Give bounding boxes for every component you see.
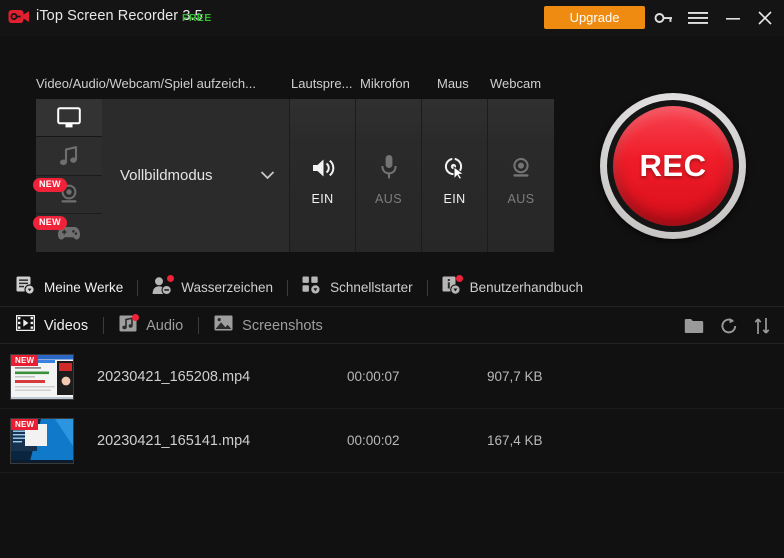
folder-icon[interactable] xyxy=(684,318,704,334)
label-webcam: Webcam xyxy=(490,76,541,91)
tool-quick-starter-label: Schnellstarter xyxy=(330,280,413,295)
tool-my-works[interactable]: Meine Werke xyxy=(16,276,123,300)
tab-videos[interactable]: Videos xyxy=(16,315,88,336)
sort-icon[interactable] xyxy=(754,317,770,335)
toggle-microphone[interactable]: AUS xyxy=(356,99,422,252)
list-actions xyxy=(684,308,770,344)
source-screen-button[interactable] xyxy=(36,99,102,137)
toggle-mouse[interactable]: EIN xyxy=(422,99,488,252)
source-audio-button[interactable] xyxy=(36,137,102,175)
tool-separator xyxy=(287,280,288,296)
tab-separator xyxy=(103,317,104,334)
notification-dot xyxy=(456,275,463,282)
label-capture: Video/Audio/Webcam/Spiel aufzeich... xyxy=(36,76,256,91)
image-icon xyxy=(214,315,233,336)
media-tabs: Videos Audio xyxy=(0,308,784,344)
tab-screenshots-label: Screenshots xyxy=(242,318,323,334)
tab-screenshots[interactable]: Screenshots xyxy=(214,315,323,336)
label-microphone: Mikrofon xyxy=(360,76,410,91)
tool-user-manual-label: Benutzerhandbuch xyxy=(470,280,583,295)
tab-separator xyxy=(198,317,199,334)
tool-separator xyxy=(137,280,138,296)
toggle-speaker-state: EIN xyxy=(311,192,333,206)
new-badge: NEW xyxy=(33,178,67,192)
webcam-icon xyxy=(509,146,533,180)
refresh-icon[interactable] xyxy=(720,317,738,335)
tool-quick-starter[interactable]: Schnellstarter xyxy=(302,276,413,300)
toggle-webcam[interactable]: AUS xyxy=(488,99,554,252)
info-icon xyxy=(442,276,461,300)
file-list: NEW 20230421_165208.mp4 xyxy=(0,345,784,558)
tool-row: Meine Werke Wasserzeichen xyxy=(0,269,784,307)
tab-audio[interactable]: Audio xyxy=(119,315,183,337)
music-note-icon xyxy=(58,145,80,167)
record-button[interactable]: REC xyxy=(600,93,746,239)
watermark-person-icon xyxy=(152,276,172,300)
tool-user-manual[interactable]: Benutzerhandbuch xyxy=(442,276,583,300)
microphone-icon xyxy=(379,146,399,180)
table-row[interactable]: NEW 20230421_165208.mp4 xyxy=(0,345,784,409)
tab-audio-label: Audio xyxy=(146,318,183,334)
capture-settings-panel: NEW NEW Vollbildmodus xyxy=(36,99,554,252)
close-icon[interactable] xyxy=(752,6,778,30)
file-name: 20230421_165141.mp4 xyxy=(97,433,347,449)
toggle-microphone-state: AUS xyxy=(375,192,402,206)
film-icon xyxy=(16,315,35,336)
label-speaker: Lautspre... xyxy=(291,76,352,91)
key-icon[interactable] xyxy=(650,6,676,30)
file-thumbnail: NEW xyxy=(10,418,74,464)
record-button-label: REC xyxy=(640,148,707,184)
new-badge: NEW xyxy=(11,355,38,366)
label-mouse: Maus xyxy=(437,76,469,91)
notification-dot xyxy=(167,275,174,282)
tool-watermark-label: Wasserzeichen xyxy=(181,280,273,295)
grid-icon xyxy=(302,276,321,300)
hamburger-menu-icon[interactable] xyxy=(685,6,711,30)
notification-dot xyxy=(132,314,139,321)
new-badge: NEW xyxy=(11,419,38,430)
audio-note-icon xyxy=(119,315,137,337)
upgrade-button[interactable]: Upgrade xyxy=(544,6,645,29)
file-duration: 00:00:07 xyxy=(347,369,487,384)
toggle-mouse-state: EIN xyxy=(443,192,465,206)
title-bar: iTop Screen Recorder 3.5 FREE Upgrade xyxy=(0,0,784,36)
file-size: 167,4 KB xyxy=(487,433,647,448)
source-game-button[interactable]: NEW xyxy=(36,214,102,252)
minimize-icon[interactable] xyxy=(720,6,746,30)
record-button-face: REC xyxy=(613,106,733,226)
capture-mode-value: Vollbildmodus xyxy=(120,167,213,184)
chevron-down-icon xyxy=(260,167,275,185)
speaker-icon xyxy=(310,146,336,180)
camcorder-icon xyxy=(8,8,30,26)
capture-mode-dropdown[interactable]: Vollbildmodus xyxy=(102,99,290,252)
new-badge: NEW xyxy=(33,216,67,230)
toggle-speaker[interactable]: EIN xyxy=(290,99,356,252)
tool-my-works-label: Meine Werke xyxy=(44,280,123,295)
app-title: iTop Screen Recorder 3.5 xyxy=(36,8,203,24)
table-row[interactable]: NEW 20230421_165141.mp4 00:00:02 167 xyxy=(0,409,784,473)
free-badge: FREE xyxy=(182,12,212,24)
mouse-click-icon xyxy=(442,146,468,180)
source-webcam-button[interactable]: NEW xyxy=(36,176,102,214)
file-name: 20230421_165208.mp4 xyxy=(97,369,347,385)
tab-videos-label: Videos xyxy=(44,318,88,334)
source-selector-column: NEW NEW xyxy=(36,99,102,252)
file-thumbnail: NEW xyxy=(10,354,74,400)
toggle-webcam-state: AUS xyxy=(508,192,535,206)
itop-screen-recorder-window: iTop Screen Recorder 3.5 FREE Upgrade xyxy=(0,0,784,558)
file-size: 907,7 KB xyxy=(487,369,647,384)
file-duration: 00:00:02 xyxy=(347,433,487,448)
tool-watermark[interactable]: Wasserzeichen xyxy=(152,276,273,300)
library-icon xyxy=(16,276,35,300)
monitor-icon xyxy=(57,107,81,129)
tool-separator xyxy=(427,280,428,296)
